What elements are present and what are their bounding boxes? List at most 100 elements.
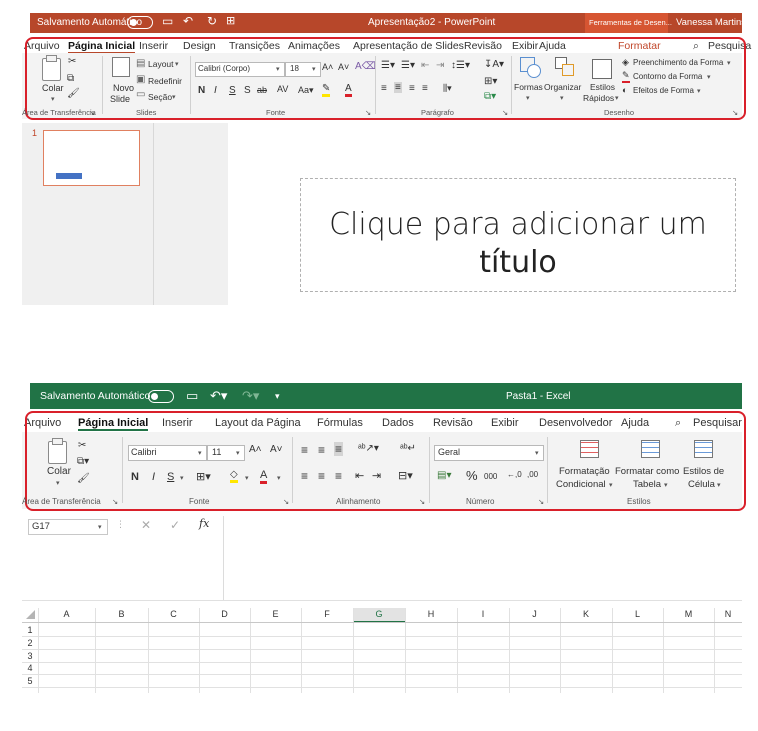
formula-input[interactable] xyxy=(223,516,743,600)
cell-styles-icon[interactable] xyxy=(694,440,713,458)
align-right-icon[interactable]: ≡ xyxy=(409,83,415,94)
font-size-dropdown-icon[interactable]: ▾ xyxy=(312,65,316,73)
align-center-icon[interactable]: ≡ xyxy=(394,82,402,93)
shapes-dropdown-icon[interactable]: ▾ xyxy=(526,94,530,102)
excel-fill-dropdown-icon[interactable]: ▾ xyxy=(245,474,249,482)
excel-align-bottom-icon[interactable]: ≡ xyxy=(334,442,344,456)
shape-effects-icon[interactable]: ◐ xyxy=(622,85,627,95)
undo-icon[interactable]: ↶ xyxy=(183,14,193,28)
cell-styles-label-2[interactable]: Célula xyxy=(688,479,715,490)
excel-increase-indent-icon[interactable]: ⇥ xyxy=(372,469,381,482)
select-all-corner[interactable] xyxy=(26,610,35,619)
name-box-dropdown-icon[interactable]: ▾ xyxy=(98,523,102,531)
quick-styles-icon[interactable] xyxy=(592,59,612,79)
shape-outline-icon[interactable]: ✎ xyxy=(622,70,630,83)
text-direction-icon[interactable]: ↧A▾ xyxy=(484,59,504,70)
font-launcher-icon[interactable]: ↘ xyxy=(365,108,371,117)
excel-format-painter-icon[interactable]: 🖌 xyxy=(77,473,90,484)
shape-fill-icon[interactable]: ◈ xyxy=(622,57,629,68)
excel-align-middle-icon[interactable]: ≡ xyxy=(318,443,325,457)
excel-grow-font-icon[interactable]: A˄ xyxy=(249,444,262,455)
excel-orientation-icon[interactable]: ᵃᵇ↗▾ xyxy=(358,443,379,454)
line-spacing-icon[interactable]: ↕☰▾ xyxy=(451,60,470,71)
format-as-table-icon[interactable] xyxy=(641,440,660,458)
increase-indent-icon[interactable]: ⇥ xyxy=(436,60,444,71)
shape-outline-dropdown-icon[interactable]: ▾ xyxy=(707,73,711,81)
arrange-label[interactable]: Organizar xyxy=(544,82,581,92)
excel-paste-dropdown-icon[interactable]: ▾ xyxy=(56,479,60,487)
font-name-dropdown-icon[interactable]: ▾ xyxy=(276,65,280,73)
grow-font-icon[interactable]: A˄ xyxy=(322,62,333,72)
quick-styles-dropdown-icon[interactable]: ▾ xyxy=(615,94,619,102)
row-header-3[interactable]: 3 xyxy=(22,650,38,662)
column-header-g[interactable]: G xyxy=(353,608,405,623)
ppt-user-name[interactable]: Vanessa Martins xyxy=(676,17,746,28)
shrink-font-icon[interactable]: A˅ xyxy=(338,62,349,72)
excel-alignment-launcher-icon[interactable]: ↘ xyxy=(419,497,425,506)
excel-align-center-icon[interactable]: ≡ xyxy=(318,469,325,483)
smartart-icon[interactable]: ⧉▾ xyxy=(484,91,496,102)
paragraph-launcher-icon[interactable]: ↘ xyxy=(502,108,508,117)
reset-label[interactable]: Redefinir xyxy=(148,76,182,86)
shape-effects-label[interactable]: Efeitos de Forma xyxy=(633,86,694,95)
excel-decrease-indent-icon[interactable]: ⇤ xyxy=(355,469,364,482)
column-header-k[interactable]: K xyxy=(560,608,612,621)
align-left-icon[interactable]: ≡ xyxy=(381,83,387,94)
excel-font-color-icon[interactable]: A xyxy=(260,469,268,484)
quick-styles-label-2[interactable]: Rápidos xyxy=(583,93,614,103)
bold-icon[interactable]: N xyxy=(198,85,205,96)
redo-icon[interactable]: ↻ xyxy=(207,14,217,28)
font-size-select[interactable]: 18 ▾ xyxy=(285,62,321,77)
format-as-table-label-1[interactable]: Formatar como xyxy=(615,466,679,477)
cell-styles-label-1[interactable]: Estilos de xyxy=(683,466,724,477)
section-label[interactable]: Seção xyxy=(148,92,172,102)
row-header-4[interactable]: 4 xyxy=(22,662,38,674)
conditional-format-icon[interactable] xyxy=(580,440,599,458)
section-dropdown-icon[interactable]: ▾ xyxy=(172,93,176,101)
new-slide-icon[interactable] xyxy=(112,57,130,77)
excel-bold-icon[interactable]: N xyxy=(131,471,139,483)
clear-format-icon[interactable]: A⌫ xyxy=(355,61,376,72)
excel-number-format-select[interactable]: Geral ▾ xyxy=(434,445,544,461)
excel-cut-icon[interactable]: ✂ xyxy=(78,440,86,451)
excel-font-name-select[interactable]: Calibri ▾ xyxy=(128,445,207,461)
name-box[interactable]: G17 ▾ xyxy=(28,519,108,535)
bullets-icon[interactable]: ☰▾ xyxy=(381,60,395,71)
excel-shrink-font-icon[interactable]: A˅ xyxy=(270,444,283,455)
new-slide-label-1[interactable]: Novo xyxy=(113,83,134,93)
excel-redo-icon[interactable]: ↷▾ xyxy=(242,388,259,404)
cell-styles-dropdown-icon[interactable]: ▾ xyxy=(717,481,721,489)
excel-font-size-select[interactable]: 11 ▾ xyxy=(207,445,245,461)
format-painter-icon[interactable]: 🖌 xyxy=(67,88,80,99)
column-header-a[interactable]: A xyxy=(38,608,95,621)
cancel-entry-icon[interactable]: ✕ xyxy=(141,518,151,532)
excel-wrap-text-icon[interactable]: ᵃᵇ↵ xyxy=(400,443,416,454)
copy-icon[interactable]: ⧉ xyxy=(67,73,74,84)
excel-thousands-icon[interactable]: 000 xyxy=(484,472,497,481)
numbering-icon[interactable]: ☰▾ xyxy=(401,60,415,71)
section-icon[interactable]: ▭ xyxy=(136,89,145,100)
excel-align-right-icon[interactable]: ≡ xyxy=(335,469,342,483)
excel-copy-icon[interactable]: ⧉▾ xyxy=(77,456,89,467)
underline-icon[interactable]: S xyxy=(229,85,236,96)
font-name-select[interactable]: Calibri (Corpo) ▾ xyxy=(195,62,285,77)
column-header-j[interactable]: J xyxy=(509,608,560,621)
conditional-format-dropdown-icon[interactable]: ▾ xyxy=(609,481,613,489)
excel-font-size-dropdown-icon[interactable]: ▾ xyxy=(236,449,240,457)
align-text-icon[interactable]: ⊞▾ xyxy=(484,76,497,87)
layout-label[interactable]: Layout xyxy=(148,59,174,69)
layout-icon[interactable]: ▤ xyxy=(136,58,145,69)
excel-italic-icon[interactable]: I xyxy=(152,471,155,483)
excel-fill-color-icon[interactable]: ◇ xyxy=(230,469,238,483)
excel-align-left-icon[interactable]: ≡ xyxy=(301,469,308,483)
excel-number-launcher-icon[interactable]: ↘ xyxy=(538,497,544,506)
row-header-2[interactable]: 2 xyxy=(22,637,38,649)
shape-outline-label[interactable]: Contorno da Forma xyxy=(633,72,702,81)
excel-increase-decimal-icon[interactable]: ←,0 xyxy=(507,470,522,479)
arrange-dropdown-icon[interactable]: ▾ xyxy=(560,94,564,102)
strikethrough-icon[interactable]: ab xyxy=(257,85,267,95)
drawing-launcher-icon[interactable]: ↘ xyxy=(732,108,738,117)
reset-icon[interactable]: ▣ xyxy=(136,74,145,85)
excel-percent-icon[interactable]: % xyxy=(466,468,478,483)
font-color-icon[interactable]: A xyxy=(345,83,352,97)
